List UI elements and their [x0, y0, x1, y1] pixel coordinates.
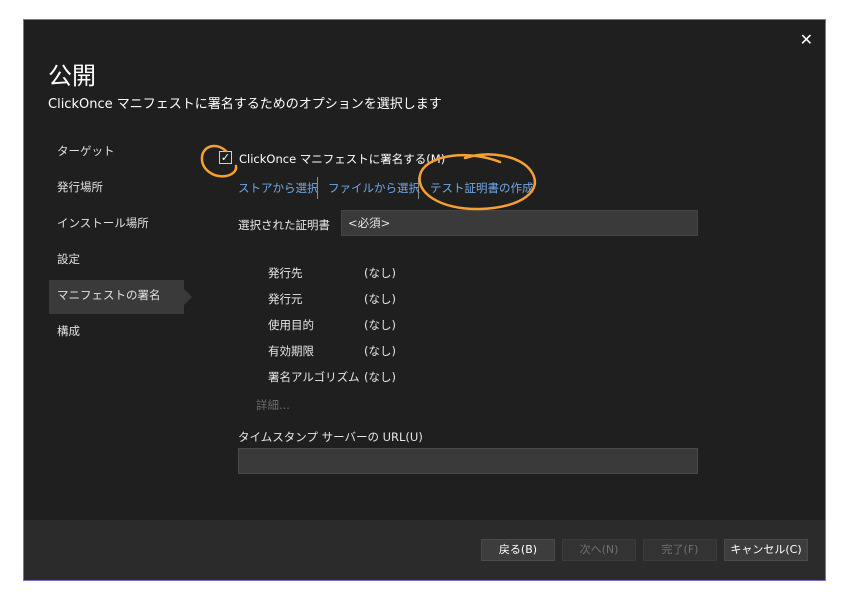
- publish-dialog: ✕ 公開 ClickOnce マニフェストに署名するためのオプションを選択します…: [23, 19, 826, 581]
- detail-value-expiration: (なし): [364, 344, 396, 358]
- back-button[interactable]: 戻る(B): [481, 539, 555, 561]
- dialog-title: 公開: [48, 62, 96, 90]
- close-icon[interactable]: ✕: [800, 30, 813, 49]
- detail-value-issued-to: (なし): [364, 266, 396, 280]
- nav-item-manifest-signing[interactable]: マニフェストの署名: [49, 280, 192, 314]
- nav-item-settings[interactable]: 設定: [49, 244, 184, 278]
- nav-item-configuration[interactable]: 構成: [49, 316, 184, 350]
- more-details-link: 詳細...: [256, 398, 290, 412]
- nav-item-target[interactable]: ターゲット: [49, 136, 184, 170]
- detail-key-expiration: 有効期限: [268, 344, 314, 358]
- nav-item-publish-location[interactable]: 発行場所: [49, 172, 184, 206]
- dialog-footer: 戻る(B) 次へ(N) 完了(F) キャンセル(C): [24, 520, 825, 580]
- finish-button[interactable]: 完了(F): [643, 539, 717, 561]
- selected-certificate-label: 選択された証明書: [238, 218, 330, 232]
- detail-value-purpose: (なし): [364, 318, 396, 332]
- create-test-certificate-link[interactable]: テスト証明書の作成: [430, 180, 534, 196]
- link-separator: [418, 177, 419, 199]
- detail-value-issued-by: (なし): [364, 292, 396, 306]
- detail-key-purpose: 使用目的: [268, 318, 314, 332]
- timestamp-server-label: タイムスタンプ サーバーの URL(U): [238, 430, 423, 444]
- timestamp-server-input[interactable]: [238, 448, 698, 474]
- selected-certificate-field: <必須>: [341, 210, 698, 236]
- nav-item-install-location[interactable]: インストール場所: [49, 208, 184, 242]
- next-button[interactable]: 次へ(N): [562, 539, 636, 561]
- sign-manifest-label[interactable]: ClickOnce マニフェストに署名する(M): [239, 151, 445, 167]
- select-from-store-link[interactable]: ストアから選択: [238, 180, 319, 196]
- select-from-file-link[interactable]: ファイルから選択: [328, 180, 420, 196]
- wizard-nav: ターゲット 発行場所 インストール場所 設定 マニフェストの署名 構成: [49, 136, 192, 352]
- detail-value-signature-algorithm: (なし): [364, 370, 396, 384]
- detail-key-issued-by: 発行元: [268, 292, 303, 306]
- cancel-button[interactable]: キャンセル(C): [724, 539, 808, 561]
- dialog-subtitle: ClickOnce マニフェストに署名するためのオプションを選択します: [48, 97, 442, 112]
- link-separator: [317, 177, 318, 199]
- detail-key-issued-to: 発行先: [268, 266, 303, 280]
- sign-manifest-checkbox[interactable]: ✓: [219, 151, 232, 164]
- detail-key-signature-algorithm: 署名アルゴリズム: [268, 370, 360, 384]
